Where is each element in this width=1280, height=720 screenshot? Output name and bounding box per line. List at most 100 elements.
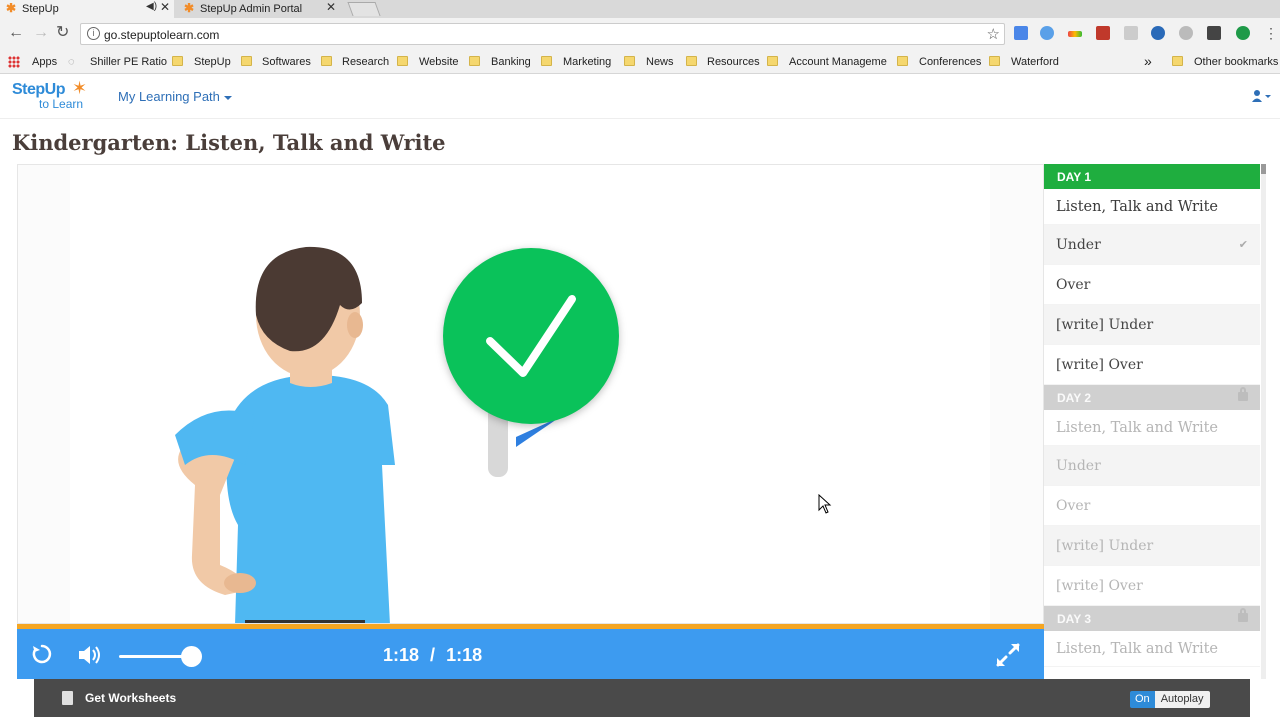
tab-title: StepUp Admin Portal	[200, 3, 303, 15]
bookmark-folder-website[interactable]: Website	[419, 56, 459, 68]
folder-icon	[897, 56, 908, 66]
video-controls: 1:18 / 1:18	[17, 629, 1044, 679]
site-header: StepUp ✶ to Learn My Learning Path	[0, 75, 1280, 119]
forward-arrow-icon[interactable]: →	[33, 25, 49, 41]
folder-icon	[241, 56, 252, 66]
lesson-item[interactable]: Under	[1044, 446, 1260, 486]
document-icon	[62, 691, 73, 705]
bookmark-folder-marketing[interactable]: Marketing	[563, 56, 611, 68]
day-header-1[interactable]: DAY 1	[1044, 164, 1260, 189]
lesson-item[interactable]: Listen, Talk and Write	[1044, 631, 1260, 667]
playlist-scrollbar[interactable]	[1261, 164, 1266, 679]
lesson-item[interactable]: Over	[1044, 486, 1260, 526]
lesson-item[interactable]: [write] Under	[1044, 305, 1260, 345]
my-learning-path-menu[interactable]: My Learning Path	[118, 89, 232, 104]
stepup-logo[interactable]: StepUp ✶ to Learn	[12, 78, 92, 115]
video-frame	[70, 165, 990, 623]
lesson-item[interactable]: Over	[1044, 265, 1260, 305]
address-bar[interactable]: i go.stepuptolearn.com ☆	[80, 23, 1005, 45]
volume-slider-track[interactable]	[119, 655, 189, 658]
logo-text-bottom: to Learn	[39, 97, 84, 111]
other-bookmarks[interactable]: Other bookmarks	[1194, 56, 1278, 68]
apps-grid-icon[interactable]	[8, 56, 20, 68]
get-worksheets-button[interactable]: Get Worksheets	[34, 679, 1061, 717]
bookmark-folder-softwares[interactable]: Softwares	[262, 56, 311, 68]
day-header-2[interactable]: DAY 2	[1044, 385, 1260, 410]
bookmark-folder-stepup[interactable]: StepUp	[194, 56, 231, 68]
extension-safari-icon[interactable]	[1151, 26, 1165, 40]
checkmark-sign	[443, 248, 619, 477]
extension-video-icon[interactable]	[1207, 26, 1221, 40]
checkmark-icon: ✔	[1238, 238, 1248, 251]
extension-cloud-icon[interactable]	[1040, 26, 1054, 40]
lesson-item[interactable]: [write] Over	[1044, 566, 1260, 606]
bookmark-folder-resources[interactable]: Resources	[707, 56, 760, 68]
folder-icon	[989, 56, 1000, 66]
folder-icon	[1172, 56, 1183, 66]
speaker-icon[interactable]: ◀)	[146, 1, 157, 12]
worksheets-label: Get Worksheets	[85, 691, 177, 705]
extension-badge-icon[interactable]	[1236, 26, 1250, 40]
extension-drive-icon[interactable]	[1068, 31, 1082, 37]
browser-menu-icon[interactable]: ⋮	[1264, 25, 1278, 41]
lesson-playlist: DAY 1 Listen, Talk and Write Under ✔ Ove…	[1044, 164, 1260, 679]
autoplay-toggle[interactable]: On Autoplay	[1130, 691, 1210, 708]
folder-icon	[686, 56, 697, 66]
info-icon[interactable]: i	[87, 27, 100, 40]
browser-tabstrip: ✱ StepUp ◀) ✕ ✱ StepUp Admin Portal ✕	[0, 0, 1280, 18]
day-header-3[interactable]: DAY 3	[1044, 606, 1260, 631]
menu-label: My Learning Path	[118, 89, 220, 104]
day-label: DAY 2	[1057, 391, 1092, 405]
bookmark-folder-account[interactable]: Account Manageme	[789, 56, 887, 68]
folder-icon	[541, 56, 552, 66]
back-arrow-icon[interactable]: ←	[8, 25, 24, 41]
user-menu[interactable]	[1252, 89, 1272, 105]
lesson-item[interactable]: [write] Under	[1044, 526, 1260, 566]
volume-icon[interactable]	[77, 644, 103, 666]
fullscreen-icon[interactable]	[994, 641, 1022, 669]
bookmark-apps[interactable]: Apps	[32, 56, 57, 68]
reload-icon[interactable]: ↻	[56, 25, 69, 41]
stepup-favicon-icon: ✱	[6, 1, 17, 15]
tab-title: StepUp	[22, 3, 59, 15]
current-time: 1:18	[383, 645, 420, 665]
autoplay-label: Autoplay	[1154, 691, 1210, 708]
video-illustration	[175, 246, 619, 623]
folder-icon	[397, 56, 408, 66]
time-separator: /	[430, 645, 436, 665]
bookmark-folder-banking[interactable]: Banking	[491, 56, 531, 68]
close-tab-icon[interactable]: ✕	[326, 0, 336, 14]
loading-icon: ◌	[68, 56, 75, 68]
extension-dropbox-icon[interactable]	[1124, 26, 1138, 40]
bookmark-shiller[interactable]: Shiller PE Ratio	[90, 56, 167, 68]
bookmark-folder-conferences[interactable]: Conferences	[919, 56, 981, 68]
autoplay-state: On	[1130, 691, 1155, 708]
bookmark-folder-research[interactable]: Research	[342, 56, 389, 68]
volume-slider-handle[interactable]	[181, 646, 202, 667]
day-label: DAY 1	[1057, 170, 1092, 184]
extension-pdf-icon[interactable]	[1096, 26, 1110, 40]
new-tab-button[interactable]	[347, 2, 381, 16]
bookmarks-overflow-button[interactable]: »	[1144, 53, 1152, 69]
extension-docs-icon[interactable]	[1014, 26, 1028, 40]
bookmark-folder-news[interactable]: News	[646, 56, 674, 68]
lesson-item[interactable]: [write] Over	[1044, 345, 1260, 385]
lesson-item[interactable]: Listen, Talk and Write	[1044, 189, 1260, 225]
browser-tab-stepup[interactable]: ✱ StepUp ◀) ✕	[0, 0, 174, 18]
lesson-item[interactable]: Under ✔	[1044, 225, 1260, 265]
video-player[interactable]	[17, 164, 1044, 624]
lesson-item[interactable]: Listen, Talk and Write	[1044, 410, 1260, 446]
total-time: 1:18	[446, 645, 483, 665]
stepup-favicon-icon: ✱	[184, 1, 195, 15]
day-label: DAY 3	[1057, 612, 1092, 626]
replay-icon[interactable]	[30, 642, 54, 666]
browser-tab-admin-portal[interactable]: ✱ StepUp Admin Portal ✕	[178, 0, 344, 18]
time-display: 1:18 / 1:18	[383, 645, 482, 666]
bookmark-folder-waterford[interactable]: Waterford	[1011, 56, 1059, 68]
scrollbar-thumb[interactable]	[1261, 164, 1266, 174]
caret-down-icon	[223, 95, 232, 100]
page-title: Kindergarten: Listen, Talk and Write	[12, 130, 446, 155]
extension-skype-icon[interactable]	[1179, 26, 1193, 40]
close-tab-icon[interactable]: ✕	[160, 0, 170, 14]
bookmark-star-icon[interactable]: ☆	[987, 25, 1000, 43]
